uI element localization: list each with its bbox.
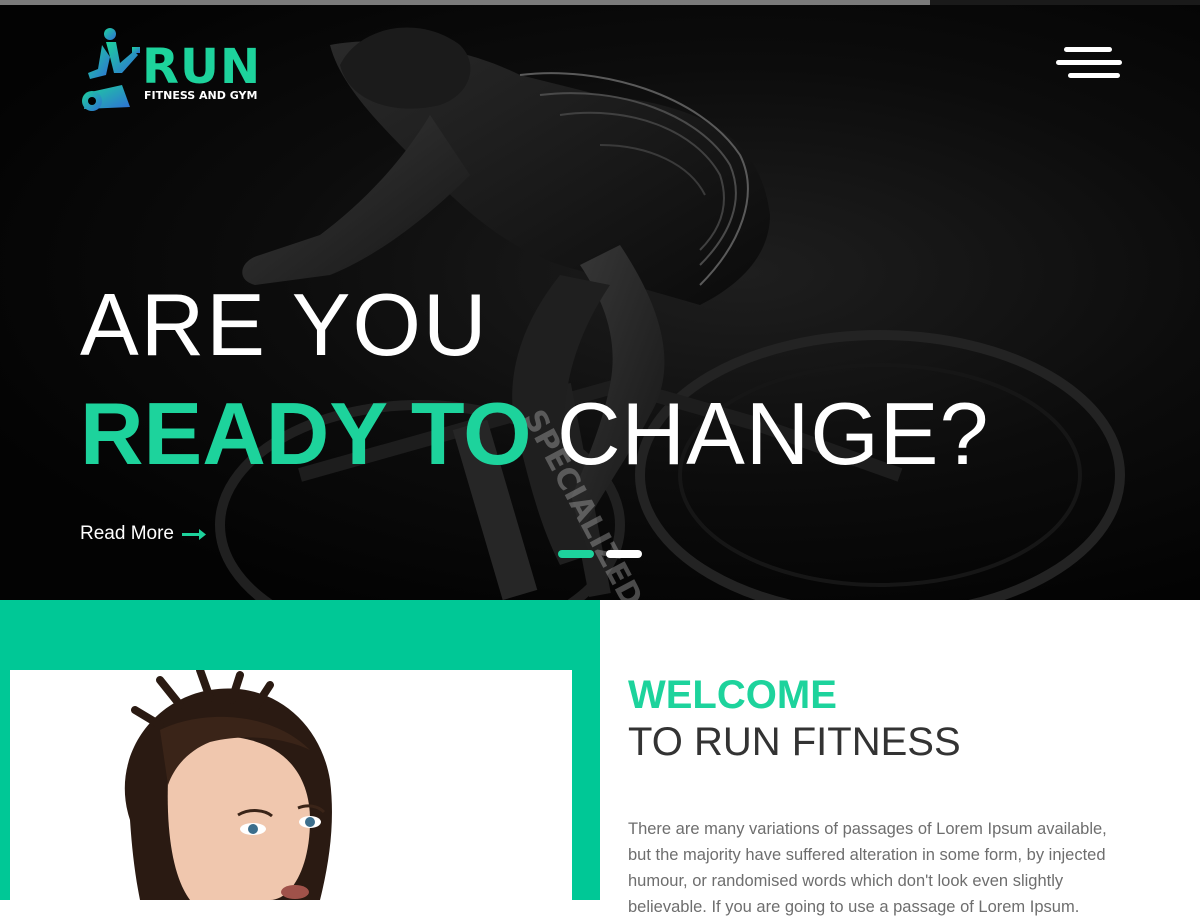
headline-rest: CHANGE? [556, 384, 990, 483]
slider-pagination [558, 550, 642, 558]
trainer-portrait-image [124, 670, 332, 900]
arrow-right-icon [182, 529, 206, 540]
exercise-bike-icon [82, 28, 140, 111]
slide-dot-2[interactable] [606, 550, 642, 558]
brand-tagline: FITNESS AND GYM [144, 89, 258, 102]
welcome-title-accent: WELCOME [628, 673, 837, 717]
slide-dot-1[interactable] [558, 550, 594, 558]
read-more-link[interactable]: Read More [80, 523, 206, 545]
hamburger-icon [1056, 47, 1122, 78]
welcome-paragraph: There are many variations of passages of… [628, 820, 1107, 916]
read-more-label: Read More [80, 523, 174, 544]
trainer-portrait-card [10, 670, 572, 900]
welcome-heading: WELCOME TO RUN FITNESS [628, 672, 961, 766]
headline-line-2: READY TO CHANGE? [80, 375, 989, 493]
hero-headline: ARE YOU READY TO CHANGE? [80, 275, 989, 493]
brand-logo[interactable]: RUN FITNESS AND GYM [78, 23, 268, 115]
welcome-title-rest: TO RUN FITNESS [628, 720, 961, 764]
headline-accent: READY TO [80, 384, 532, 483]
hero-slider: SPECIALIZED RUN FITNESS AND GYM ARE YOU … [0, 5, 1200, 600]
headline-line-1: ARE YOU [80, 275, 489, 374]
brand-name: RUN [142, 39, 262, 95]
menu-button[interactable] [1054, 45, 1124, 81]
